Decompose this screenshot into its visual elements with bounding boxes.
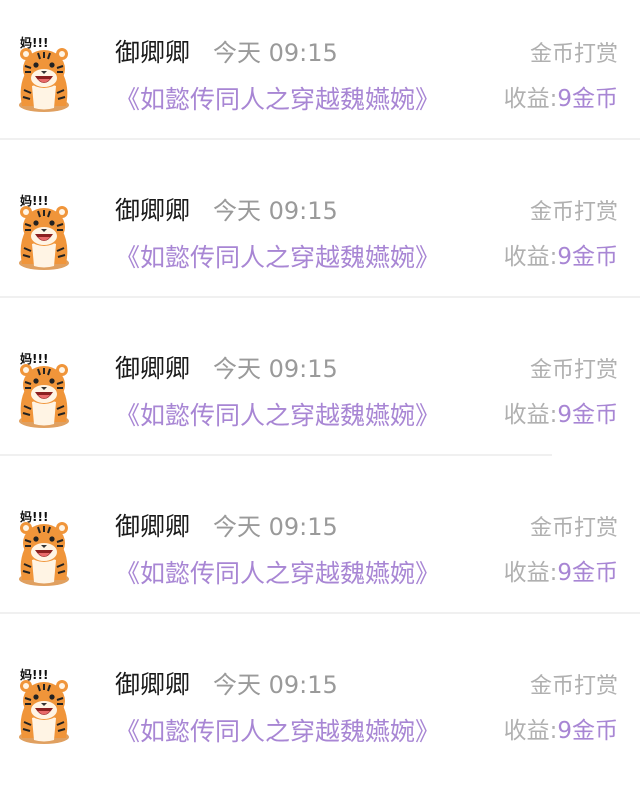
sticker-text: 妈!!! [20,35,48,50]
earnings: 收益:9金币 [504,557,618,589]
reward-record-row[interactable]: 妈!!! 御卿卿 今天 09:15 金币打赏 《如懿传同人之穿越魏嬿婉》 收益:… [0,158,640,316]
tiger-sticker-icon: 妈!!! [19,193,69,270]
username: 御卿卿 [115,354,191,383]
book-title-link[interactable]: 《如懿传同人之穿越魏嬿婉》 [115,241,440,275]
earnings-value: 9金币 [557,560,618,586]
sticker-text: 妈!!! [20,351,48,366]
reward-records-list: 妈!!! 御卿卿 今天 09:15 金币打赏 《如懿传同人之穿越魏嬿婉》 收益:… [0,0,640,792]
tiger-sticker-icon: 妈!!! [19,351,69,428]
book-title-link[interactable]: 《如懿传同人之穿越魏嬿婉》 [115,557,440,591]
tiger-sticker-icon: 妈!!! [19,667,69,744]
reward-type: 金币打赏 [529,358,618,383]
earnings-label: 收益: [503,86,558,112]
earnings: 收益:9金币 [504,715,618,747]
username: 御卿卿 [115,196,191,225]
earnings: 收益:9金币 [504,399,618,431]
reward-record-row[interactable]: 妈!!! 御卿卿 今天 09:15 金币打赏 《如懿传同人之穿越魏嬿婉》 收益:… [0,632,640,790]
sticker-text: 妈!!! [20,667,48,682]
timestamp: 今天 09:15 [213,513,338,541]
earnings-label: 收益: [503,560,558,586]
row-divider [0,138,640,140]
earnings-value: 9金币 [557,86,618,112]
timestamp: 今天 09:15 [213,39,338,67]
tiger-sticker-icon: 妈!!! [19,509,69,586]
reward-record-row[interactable]: 妈!!! 御卿卿 今天 09:15 金币打赏 《如懿传同人之穿越魏嬿婉》 收益:… [0,316,640,474]
book-title-link[interactable]: 《如懿传同人之穿越魏嬿婉》 [115,715,440,749]
reward-type: 金币打赏 [529,42,618,67]
earnings-value: 9金币 [557,718,618,744]
earnings-label: 收益: [503,244,558,270]
username: 御卿卿 [115,670,191,699]
reward-record-row[interactable]: 妈!!! 御卿卿 今天 09:15 金币打赏 《如懿传同人之穿越魏嬿婉》 收益:… [0,474,640,632]
earnings-label: 收益: [503,402,558,428]
earnings-label: 收益: [503,718,558,744]
earnings-value: 9金币 [557,244,618,270]
reward-type: 金币打赏 [529,516,618,541]
timestamp: 今天 09:15 [213,671,338,699]
reward-record-row[interactable]: 妈!!! 御卿卿 今天 09:15 金币打赏 《如懿传同人之穿越魏嬿婉》 收益:… [0,0,640,158]
row-divider [0,612,640,614]
sticker-text: 妈!!! [20,193,48,208]
earnings: 收益:9金币 [504,83,618,115]
row-divider [0,454,552,456]
reward-type: 金币打赏 [529,200,618,225]
reward-type: 金币打赏 [529,674,618,699]
earnings-value: 9金币 [557,402,618,428]
timestamp: 今天 09:15 [213,197,338,225]
timestamp: 今天 09:15 [213,355,338,383]
tiger-sticker-icon: 妈!!! [19,35,69,112]
sticker-text: 妈!!! [20,509,48,524]
book-title-link[interactable]: 《如懿传同人之穿越魏嬿婉》 [115,399,440,433]
row-divider [0,296,640,298]
username: 御卿卿 [115,512,191,541]
book-title-link[interactable]: 《如懿传同人之穿越魏嬿婉》 [115,83,440,117]
username: 御卿卿 [115,38,191,67]
earnings: 收益:9金币 [504,241,618,273]
